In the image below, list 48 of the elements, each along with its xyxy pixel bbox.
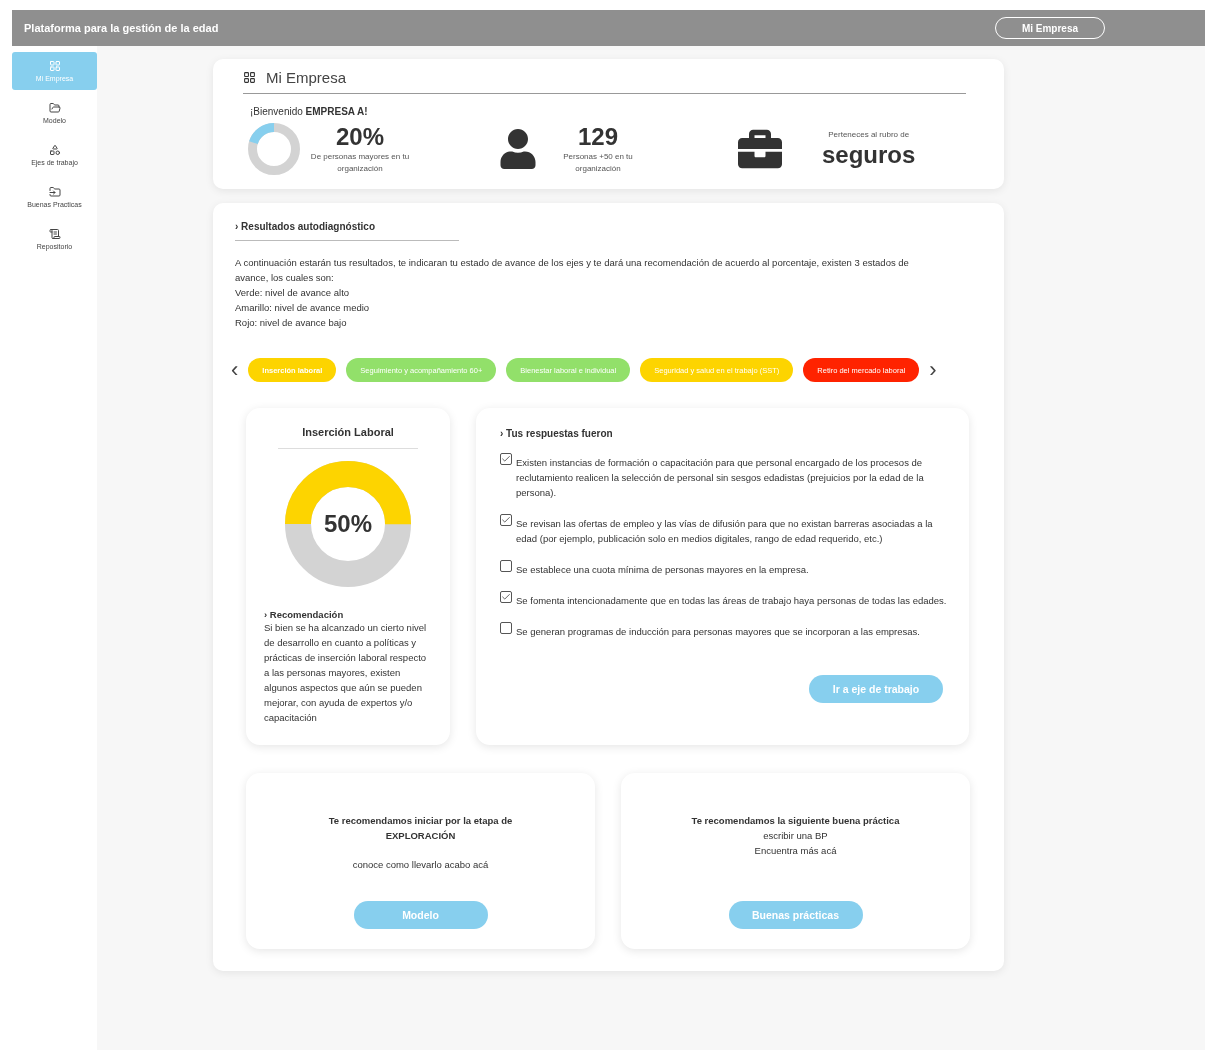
stat-value: 20% xyxy=(335,123,384,151)
axis-button[interactable]: Ir a eje de trabajo xyxy=(809,675,943,703)
recommendation-title: › Recomendación xyxy=(264,609,345,620)
person-icon xyxy=(498,129,538,169)
folder-icon xyxy=(48,102,61,114)
checkbox[interactable] xyxy=(500,453,512,465)
briefcase-icon xyxy=(738,127,782,171)
intro-text: A continuación estarán tus resultados, te indicaran tu estado de avance de los ejes y te dará una recomendación de acuerdo al porcentaje, existen 3 estados de avance, los cuales son: xyxy=(235,256,910,285)
recommendation-heading: Te recomendamos la siguiente buena práctica xyxy=(691,814,900,828)
card-title: Mi Empresa xyxy=(266,69,347,86)
percent-value: 50% xyxy=(323,510,372,538)
next-arrow[interactable]: › xyxy=(929,359,937,381)
stat-caption: De personas mayores en tu organización xyxy=(310,151,410,175)
shapes-icon xyxy=(48,144,61,156)
stat-value: 129 xyxy=(577,123,618,151)
checkbox[interactable] xyxy=(500,622,512,634)
previous-arrow[interactable]: ‹ xyxy=(231,359,239,381)
recommendation-line: escribir una BP xyxy=(762,829,829,843)
link-button[interactable]: Buenas prácticas xyxy=(728,901,863,929)
section-title: › Resultados autodiagnóstico xyxy=(235,221,459,241)
recommendation-line: Encuentra más acá xyxy=(754,844,837,858)
link-button[interactable]: Modelo xyxy=(353,901,488,929)
answers-title: › Tus respuestas fueron xyxy=(500,428,614,439)
grid-icon xyxy=(243,71,256,84)
stat-value: seguros xyxy=(822,141,916,169)
grid-icon xyxy=(48,60,61,72)
checkbox[interactable] xyxy=(500,591,512,603)
platform-title: Plataforma para la gestión de la edad xyxy=(24,22,219,34)
folder-icon xyxy=(48,186,61,198)
answer-text: Se generan programas de inducción para personas mayores que se incorporan a las empresas. xyxy=(516,625,920,639)
answer-text: Se establece una cuota mínima de personas mayores en la empresa. xyxy=(516,563,809,577)
answer-text: Se fomenta intencionadamente que en todas las áreas de trabajo haya personas de todas las edades. xyxy=(516,594,947,608)
recommendation-heading: Te recomendamos iniciar por la etapa de EXPLORACIÓN xyxy=(327,814,514,843)
checkbox[interactable] xyxy=(500,514,512,526)
intro-text: Amarillo: nivel de avance medio xyxy=(235,301,371,315)
intro-text: Rojo: nivel de avance bajo xyxy=(235,316,348,330)
greeting: ¡Bienvenido EMPRESA A! xyxy=(250,106,369,117)
donut-meter xyxy=(248,123,300,175)
intro-text: Verde: nivel de avance alto xyxy=(235,286,351,300)
axis-title: Inserción Laboral xyxy=(278,426,418,449)
stat-caption: Perteneces al rubro de xyxy=(828,129,910,141)
answer-text: Existen instancias de formación o capacitación para que personal encargado de los procesos de reclutamiento realicen la selección de personal sin sesgos edadistas (prejuicios por la edad de la persona). xyxy=(516,456,925,500)
checkbox[interactable] xyxy=(500,560,512,572)
recommendation-line: conoce como llevarlo acabo acá xyxy=(352,858,489,872)
scroll-icon xyxy=(48,228,61,240)
stat-caption: Personas +50 en tu organización xyxy=(562,151,634,175)
recommendation-text: Si bien se ha alcanzado un cierto nivel de desarrollo en cuanto a políticas y prácticas de inserción laboral respecto a las personas mayores, existen algunos aspectos que aún se pueden mejorar, con ayuda de expertos y/o capacitación xyxy=(264,621,428,725)
answer-text: Se revisan las ofertas de empleo y las vías de difusión para que no existan barreras asociadas a la edad (por ejemplo, publicación solo en medios digitales, rango de edad requerido, etc.) xyxy=(516,517,934,546)
